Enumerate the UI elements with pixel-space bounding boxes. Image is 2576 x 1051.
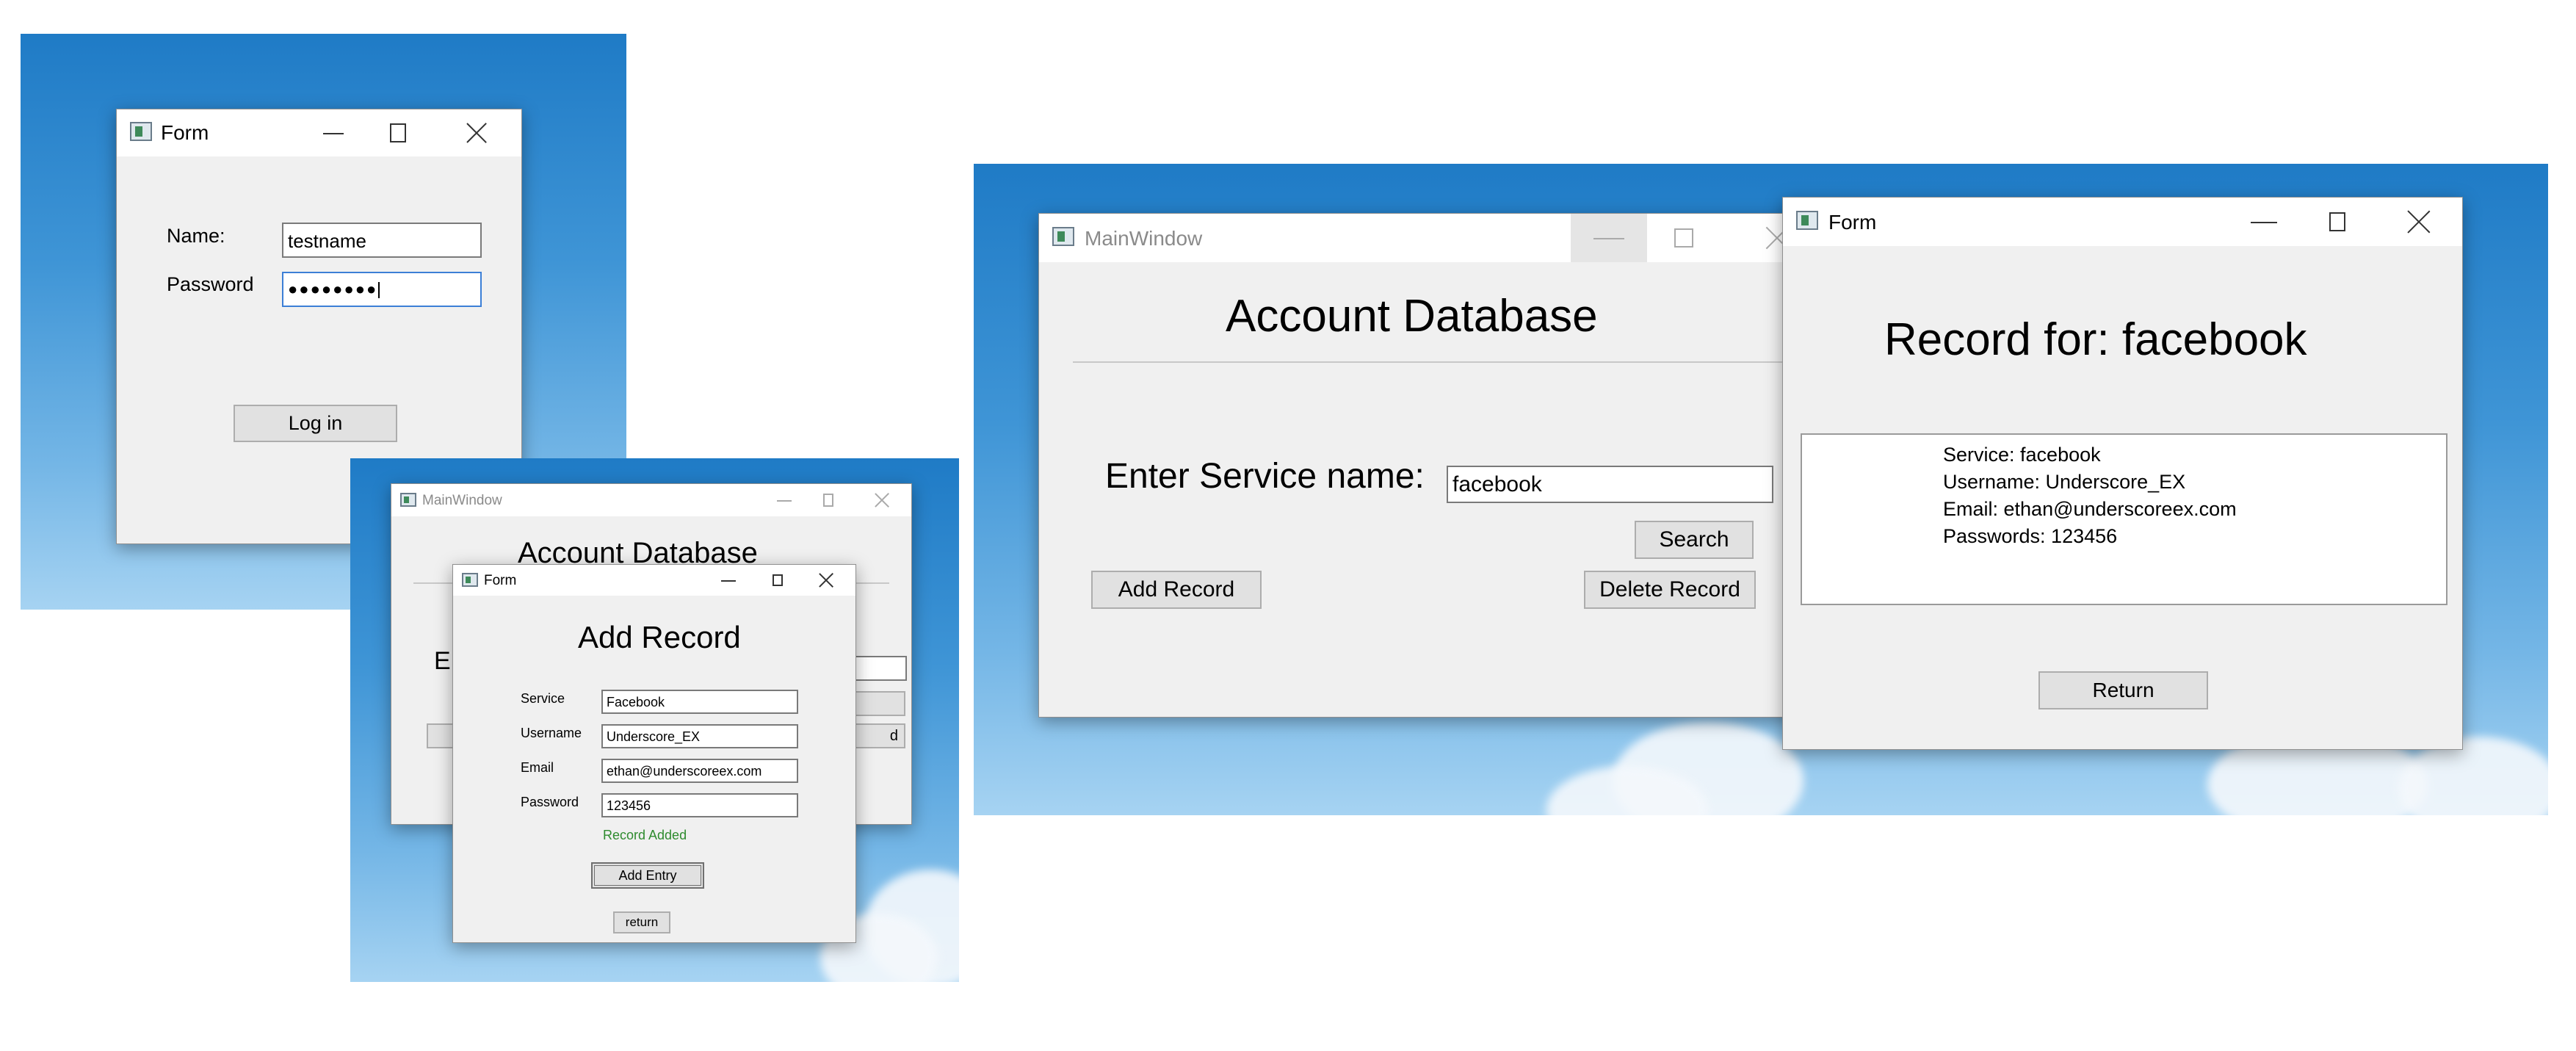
- record-line-email: Email: ethan@underscoreex.com: [1943, 498, 2237, 520]
- return-button[interactable]: Return: [2038, 671, 2208, 709]
- service-label: Service: [521, 691, 565, 706]
- minimize-icon[interactable]: [308, 109, 359, 156]
- record-line-password: Passwords: 123456: [1943, 525, 2118, 547]
- login-window-title: Form: [161, 121, 209, 144]
- maximize-icon[interactable]: [1654, 214, 1713, 262]
- add-record-window: Form Add Record Service Facebook Usernam…: [452, 564, 856, 943]
- record-window-title: Form: [1828, 211, 1877, 234]
- delete-record-button[interactable]: Delete Record: [1584, 571, 1756, 609]
- close-icon[interactable]: [806, 565, 847, 596]
- minimize-icon[interactable]: [1571, 214, 1647, 262]
- record-heading: Record for: facebook: [1884, 314, 2307, 365]
- app-window-icon: [462, 573, 478, 587]
- close-icon[interactable]: [2385, 198, 2453, 246]
- name-label: Name:: [167, 225, 225, 247]
- service-input-value: Facebook: [607, 695, 665, 709]
- service-name-input-value: facebook: [1452, 472, 1542, 496]
- password-label: Password: [521, 795, 579, 809]
- email-input[interactable]: ethan@underscoreex.com: [601, 759, 798, 783]
- password-input[interactable]: 123456: [601, 793, 798, 817]
- search-main-window: MainWindow Account Database Enter Servic…: [1038, 213, 1818, 718]
- record-line-username: Username: Underscore_EX: [1943, 471, 2186, 493]
- add-record-heading: Add Record: [578, 620, 741, 654]
- search-main-heading: Account Database: [1226, 291, 1598, 342]
- return-button[interactable]: return: [613, 911, 670, 933]
- add-record-titlebar[interactable]: Form: [453, 565, 855, 596]
- record-titlebar[interactable]: Form: [1783, 198, 2462, 246]
- record-line-service: Service: facebook: [1943, 444, 2101, 466]
- minimize-icon[interactable]: [2231, 198, 2297, 246]
- add-entry-button[interactable]: Add Entry: [591, 862, 704, 889]
- record-details-box: Service: facebook Username: Underscore_E…: [1801, 433, 2447, 605]
- service-name-label: Enter Service name:: [1105, 457, 1425, 496]
- search-main-divider: [1073, 361, 1817, 363]
- search-main-title: MainWindow: [1085, 227, 1203, 250]
- add-main-partial-label: E: [434, 647, 451, 675]
- maximize-icon[interactable]: [811, 484, 845, 516]
- add-main-partial-button-label: d: [889, 728, 898, 744]
- add-main-titlebar[interactable]: MainWindow: [391, 484, 911, 516]
- name-input[interactable]: testname: [282, 223, 482, 258]
- password-input-value: ●●●●●●●●: [288, 280, 378, 298]
- add-main-title: MainWindow: [422, 493, 502, 508]
- service-name-input[interactable]: facebook: [1447, 466, 1773, 503]
- password-label: Password: [167, 273, 254, 295]
- maximize-icon[interactable]: [761, 565, 794, 596]
- service-input[interactable]: Facebook: [601, 690, 798, 714]
- search-main-titlebar[interactable]: MainWindow: [1039, 214, 1817, 262]
- app-window-icon: [1052, 227, 1074, 246]
- login-button[interactable]: Log in: [234, 405, 397, 442]
- login-titlebar[interactable]: Form: [117, 109, 521, 156]
- username-label: Username: [521, 726, 582, 740]
- maximize-icon[interactable]: [374, 109, 422, 156]
- add-record-button[interactable]: Add Record: [1091, 571, 1262, 609]
- minimize-icon[interactable]: [710, 565, 747, 596]
- name-input-value: testname: [288, 230, 366, 252]
- username-input-value: Underscore_EX: [607, 729, 701, 744]
- app-window-icon: [1796, 211, 1818, 230]
- app-window-icon: [400, 493, 416, 507]
- close-icon[interactable]: [447, 109, 506, 156]
- password-input[interactable]: ●●●●●●●●: [282, 272, 482, 307]
- text-caret: [378, 282, 380, 299]
- status-message: Record Added: [603, 828, 687, 842]
- email-label: Email: [521, 760, 554, 775]
- close-icon[interactable]: [861, 484, 902, 516]
- add-main-partial-left-button[interactable]: [427, 723, 456, 748]
- password-input-value: 123456: [607, 798, 651, 813]
- maximize-icon[interactable]: [2312, 198, 2363, 246]
- app-window-icon: [130, 122, 152, 141]
- record-window: Form Record for: facebook Service: faceb…: [1782, 197, 2463, 750]
- email-input-value: ethan@underscoreex.com: [607, 764, 762, 779]
- add-record-title: Form: [484, 573, 517, 588]
- username-input[interactable]: Underscore_EX: [601, 724, 798, 748]
- minimize-icon[interactable]: [766, 484, 803, 516]
- search-button[interactable]: Search: [1635, 521, 1754, 559]
